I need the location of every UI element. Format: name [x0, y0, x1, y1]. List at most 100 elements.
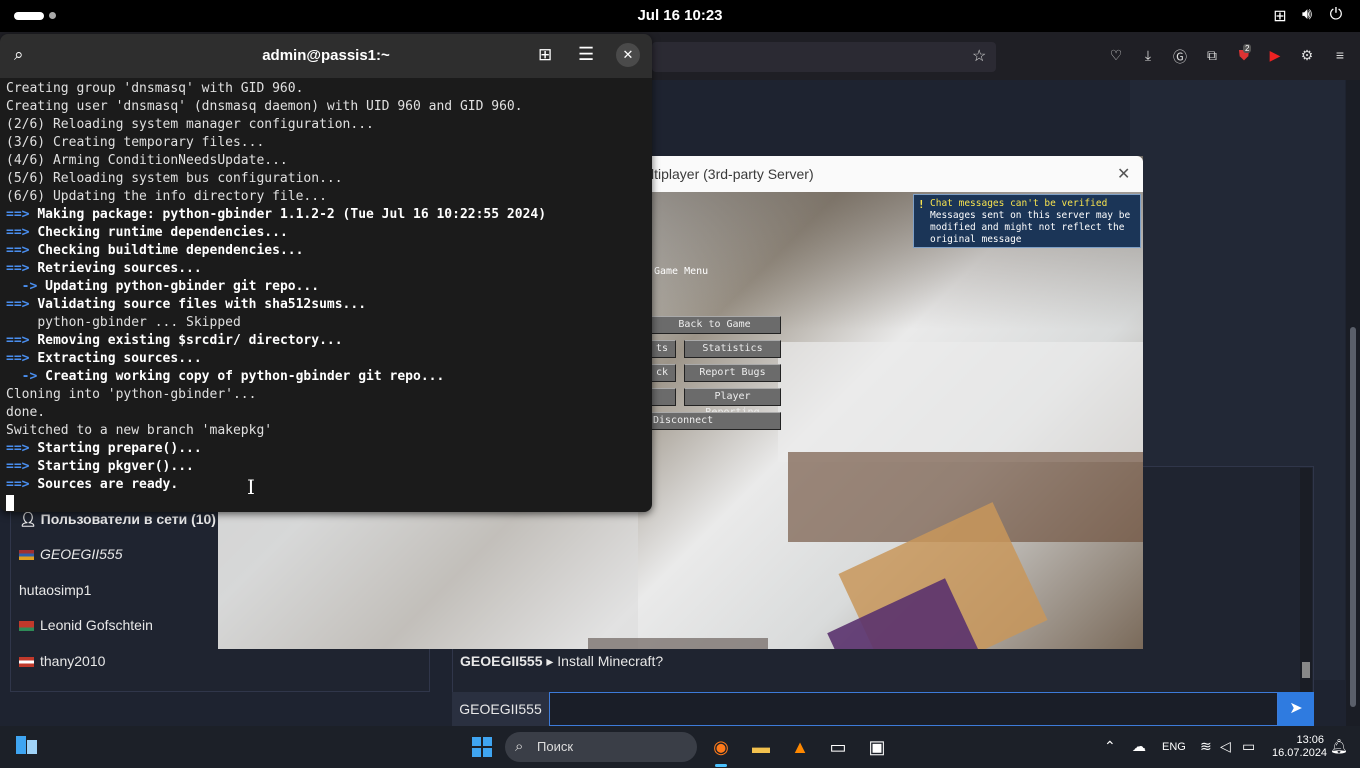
speaker-icon[interactable]: ◁ — [1220, 738, 1231, 755]
terminal-line-text: Starting pkgver()... — [37, 459, 194, 474]
user-name: GEOEGII555 — [40, 546, 123, 562]
chat-message-separator: ▸ — [546, 653, 554, 669]
chat-input-row: GEOEGII555 ➤ — [452, 692, 1314, 726]
user-item[interactable]: thany2010 — [19, 653, 105, 669]
cloud-icon[interactable]: ☁ — [1132, 738, 1146, 755]
console-icon[interactable]: ▣ — [864, 734, 890, 760]
snow-block — [778, 342, 1143, 462]
chat-scrollbar[interactable] — [1300, 468, 1312, 692]
terminal-line-prefix: ==> — [6, 459, 38, 474]
terminal-app-icon[interactable]: ▭ — [825, 734, 851, 760]
grammarly-icon[interactable]: Ⓖ — [1171, 47, 1189, 67]
warning-icon: ! — [918, 198, 925, 211]
taskbar-clock[interactable]: 13:06 16.07.2024 — [1272, 734, 1328, 760]
close-icon[interactable]: ✕ — [616, 43, 640, 67]
settings-gear-icon[interactable]: ⚙ — [1298, 47, 1316, 64]
terminal-line: Cloning into 'python-gbinder'... — [6, 386, 646, 404]
url-bar[interactable] — [652, 42, 996, 72]
terminal-headerbar[interactable]: ⌕ admin@passis1:~ ⊞ ☰ ✕ — [0, 34, 652, 78]
send-button[interactable]: ➤ — [1278, 692, 1314, 726]
terminal-line-prefix: ==> — [6, 333, 38, 348]
player-reporting-button[interactable]: Player Reporting — [684, 388, 781, 418]
terminal-line-prefix: -> — [6, 369, 46, 384]
terminal-line-prefix: ==> — [6, 477, 38, 492]
youtube-icon[interactable]: ▶ — [1266, 47, 1284, 64]
taskbar-search[interactable]: ⌕ Поиск — [505, 732, 697, 762]
firefox-icon[interactable]: ◉ — [708, 734, 734, 760]
new-tab-icon[interactable]: ⊞ — [538, 45, 552, 65]
hamburger-menu-icon[interactable]: ☰ — [578, 44, 594, 65]
send-icon: ➤ — [1289, 700, 1303, 717]
terminal-line-text: Updating python-gbinder git repo... — [45, 279, 320, 294]
advancements-button[interactable]: ts — [648, 340, 676, 358]
pocket-icon[interactable]: ♡ — [1107, 47, 1125, 64]
user-item[interactable]: Leonid Gofschtein — [19, 617, 153, 633]
bookmark-star-icon[interactable]: ☆ — [972, 46, 986, 66]
warning-body: Messages sent on this server may be modi… — [930, 210, 1131, 245]
terminal-line-text: Checking runtime dependencies... — [37, 225, 288, 240]
chat-input[interactable] — [549, 692, 1278, 726]
chat-message-author[interactable]: GEOEGII555 — [460, 653, 542, 669]
terminal-line: ==> Checking buildtime dependencies... — [6, 242, 646, 260]
windows-start-icon[interactable] — [472, 737, 492, 757]
page-scrollbar-thumb[interactable] — [1350, 327, 1356, 707]
vlc-icon[interactable]: ▲ — [787, 734, 813, 760]
minecraft-titlebar[interactable]: ltiplayer (3rd-party Server) ✕ — [651, 156, 1143, 192]
terminal-cursor — [6, 494, 14, 511]
volume-icon[interactable]: 🔊︎ — [1297, 6, 1317, 24]
user-item[interactable]: GEOEGII555 — [19, 546, 122, 562]
power-icon[interactable]: ⏻ — [1326, 6, 1346, 24]
wifi-icon[interactable]: ≋ — [1200, 738, 1212, 755]
options-button[interactable] — [648, 388, 676, 406]
text-cursor-icon: I — [247, 475, 255, 499]
terminal-line: ==> Extracting sources... — [6, 350, 646, 368]
game-menu-label: Game Menu — [654, 266, 709, 277]
chat-scrollbar-thumb[interactable] — [1302, 662, 1310, 678]
terminal-line-text: Cloning into 'python-gbinder'... — [6, 387, 257, 402]
flag-icon — [19, 657, 34, 668]
terminal-line-prefix: ==> — [6, 297, 38, 312]
report-bugs-button[interactable]: Report Bugs — [684, 364, 781, 382]
terminal-output[interactable]: Creating group 'dnsmasq' with GID 960. Cr… — [6, 80, 646, 512]
widgets-icon[interactable] — [16, 736, 38, 756]
terminal-line: python-gbinder ... Skipped — [6, 314, 646, 332]
back-to-game-button[interactable]: Back to Game — [648, 316, 781, 334]
terminal-line-text: (4/6) Arming ConditionNeedsUpdate... — [6, 153, 288, 168]
statistics-button[interactable]: Statistics — [684, 340, 781, 358]
terminal-line-text: Extracting sources... — [37, 351, 202, 366]
flag-icon — [19, 621, 34, 632]
terminal-window: ⌕ admin@passis1:~ ⊞ ☰ ✕ Creating group '… — [0, 34, 652, 512]
terminal-line-text: done. — [6, 405, 46, 420]
chat-message-text: Install Minecraft? — [557, 653, 664, 669]
close-icon[interactable]: ✕ — [1117, 164, 1130, 184]
disconnect-button[interactable]: Disconnect — [648, 412, 781, 430]
chat-user-label: GEOEGII555 — [452, 692, 549, 726]
terminal-line-text: Checking buildtime dependencies... — [37, 243, 304, 258]
extensions-icon[interactable]: ⧉ — [1203, 47, 1221, 64]
terminal-line-text: Making package: python-gbinder 1.1.2-2 (… — [37, 207, 547, 222]
terminal-line-text: Creating user 'dnsmasq' (dnsmasq daemon)… — [6, 99, 523, 114]
terminal-line: ==> Retrieving sources... — [6, 260, 646, 278]
user-name: Leonid Gofschtein — [40, 617, 153, 633]
terminal-line-prefix — [6, 315, 37, 330]
battery-icon[interactable]: ▭ — [1242, 738, 1255, 755]
feedback-button[interactable]: ck — [648, 364, 676, 382]
hotbar — [588, 638, 768, 649]
top-bar-clock[interactable]: Jul 16 10:23 — [0, 7, 1360, 24]
terminal-line: (4/6) Arming ConditionNeedsUpdate... — [6, 152, 646, 170]
network-icon[interactable]: ⊞ — [1270, 6, 1290, 26]
user-name: thany2010 — [40, 653, 106, 669]
user-item[interactable]: hutaosimp1 — [19, 582, 91, 598]
chat-message: GEOEGII555 ▸ Install Minecraft? — [460, 653, 663, 670]
notification-bell-icon[interactable]: 🔔︎ — [1330, 738, 1348, 755]
taskbar-time: 13:06 — [1296, 734, 1324, 746]
terminal-line-text: Validating source files with sha512sums.… — [37, 297, 367, 312]
terminal-line: ==> Checking runtime dependencies... — [6, 224, 646, 242]
chevron-up-icon[interactable]: ⌃ — [1104, 738, 1116, 755]
language-indicator[interactable]: ENG — [1162, 741, 1186, 753]
taskbar-date: 16.07.2024 — [1272, 747, 1328, 759]
file-explorer-icon[interactable]: ▬ — [748, 734, 774, 760]
user-group-icon: 👤︎ — [19, 511, 37, 527]
hamburger-menu-icon[interactable]: ≡ — [1331, 47, 1349, 63]
download-icon[interactable]: ⤓ — [1139, 47, 1157, 64]
